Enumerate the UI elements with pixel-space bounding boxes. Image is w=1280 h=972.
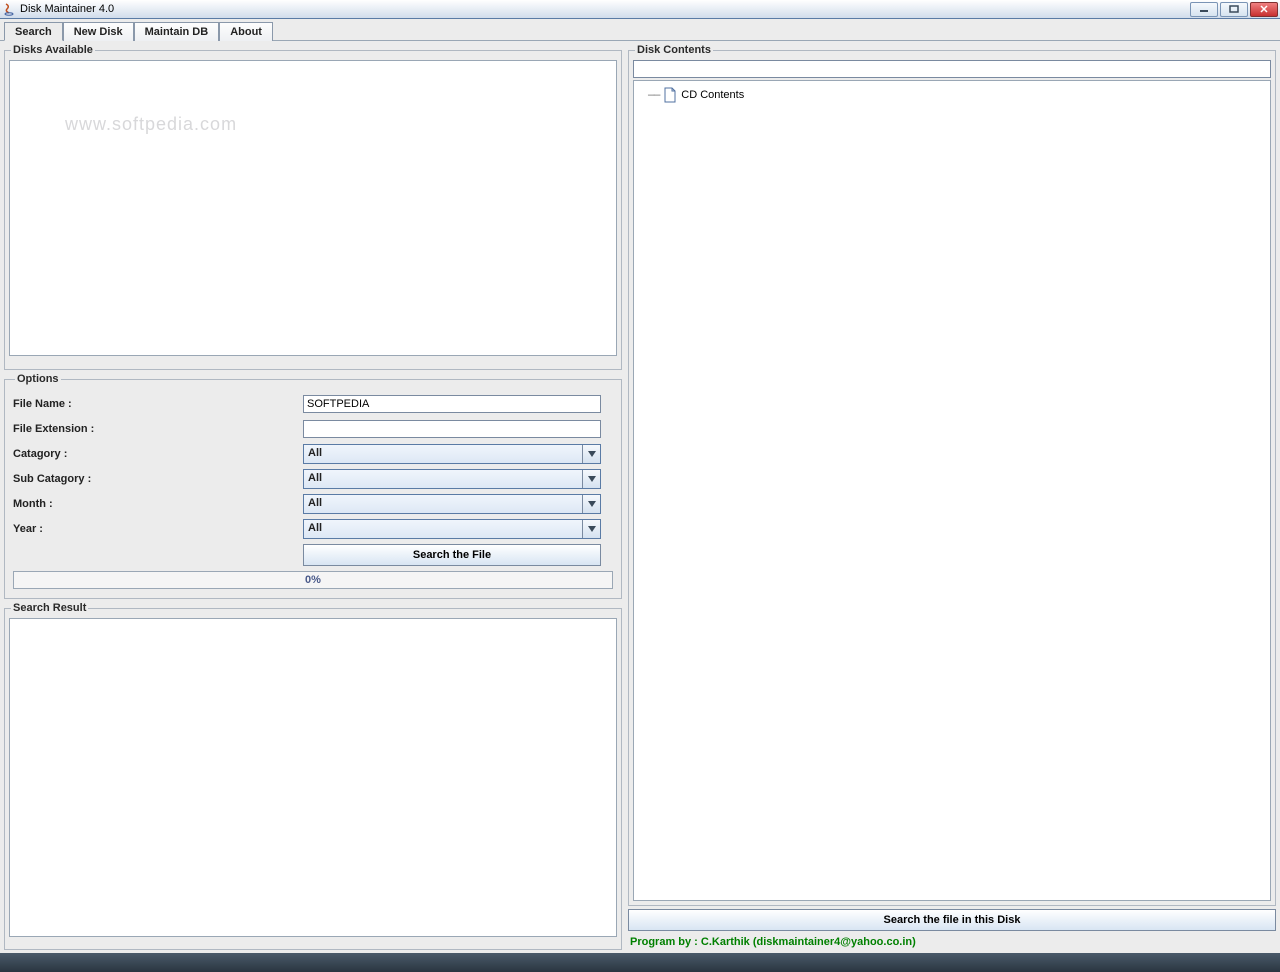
tab-maintain-db[interactable]: Maintain DB [134,22,220,41]
tree-connector-icon: ── [648,89,659,102]
tab-bar: Search New Disk Maintain DB About [0,19,1280,41]
file-extension-input[interactable] [303,420,601,438]
java-app-icon [2,2,16,16]
search-file-button[interactable]: Search the File [303,544,601,566]
titlebar: Disk Maintainer 4.0 [0,0,1280,19]
year-select[interactable]: All [303,519,601,539]
category-value: All [304,445,582,463]
tree-root-label: CD Contents [681,89,744,101]
program-credit: Program by : C.Karthik (diskmaintainer4@… [628,934,1276,950]
category-label: Catagory : [13,448,303,460]
category-select[interactable]: All [303,444,601,464]
file-icon [663,87,677,103]
close-button[interactable] [1250,2,1278,17]
year-label: Year : [13,523,303,535]
progress-bar: 0% [13,571,613,589]
file-name-label: File Name : [13,398,303,410]
disk-contents-path-input[interactable] [633,60,1271,78]
disk-contents-tree[interactable]: ── CD Contents [633,80,1271,901]
sub-category-value: All [304,470,582,488]
disks-available-legend: Disks Available [11,44,95,56]
tab-search[interactable]: Search [4,22,63,41]
options-legend: Options [15,373,61,385]
chevron-down-icon[interactable] [582,445,600,463]
tab-new-disk[interactable]: New Disk [63,22,134,41]
month-select[interactable]: All [303,494,601,514]
file-name-input[interactable] [303,395,601,413]
disk-contents-group: Disk Contents ── CD Contents [628,44,1276,906]
window-title: Disk Maintainer 4.0 [20,3,114,15]
maximize-button[interactable] [1220,2,1248,17]
month-label: Month : [13,498,303,510]
file-extension-label: File Extension : [13,423,303,435]
search-result-list[interactable] [9,618,617,937]
sub-category-label: Sub Catagory : [13,473,303,485]
search-result-legend: Search Result [11,602,88,614]
tree-root-item[interactable]: ── CD Contents [648,85,1264,105]
chevron-down-icon[interactable] [582,495,600,513]
tab-about[interactable]: About [219,22,273,41]
search-file-in-disk-button[interactable]: Search the file in this Disk [628,909,1276,931]
disks-available-group: Disks Available www.softpedia.com [4,44,622,370]
minimize-button[interactable] [1190,2,1218,17]
month-value: All [304,495,582,513]
chevron-down-icon[interactable] [582,520,600,538]
sub-category-select[interactable]: All [303,469,601,489]
disk-contents-legend: Disk Contents [635,44,713,56]
chevron-down-icon[interactable] [582,470,600,488]
search-result-group: Search Result [4,602,622,950]
year-value: All [304,520,582,538]
os-taskbar [0,953,1280,972]
options-group: Options File Name : File Extension : Cat… [4,373,622,599]
disks-available-list[interactable] [9,60,617,356]
